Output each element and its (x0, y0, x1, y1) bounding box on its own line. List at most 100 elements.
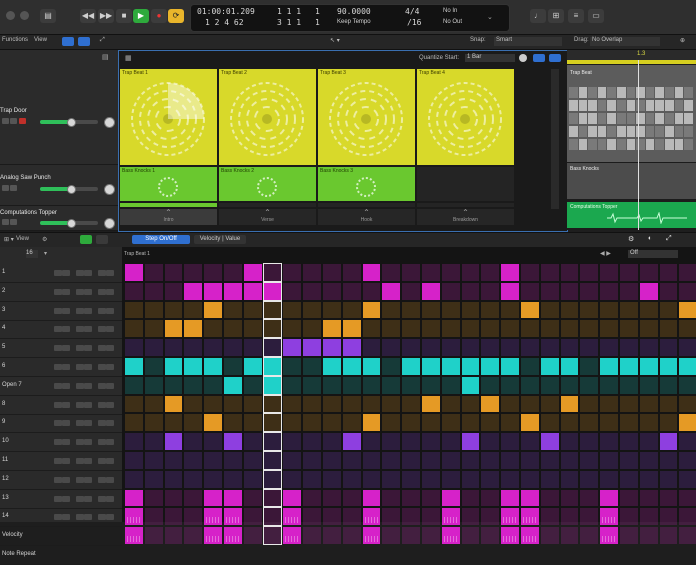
row-mode-button[interactable] (84, 495, 92, 502)
step-cell[interactable] (501, 489, 519, 507)
step-cell[interactable] (164, 508, 183, 526)
step-cell[interactable] (659, 282, 678, 300)
step-cell[interactable] (164, 452, 183, 469)
step-cell[interactable] (125, 320, 143, 338)
step-cell[interactable] (540, 470, 559, 488)
step-cell[interactable] (224, 301, 242, 319)
row-mode-button[interactable] (54, 382, 62, 389)
window-dot[interactable] (20, 11, 29, 20)
step-cell[interactable] (461, 301, 480, 319)
step-cell[interactable] (441, 395, 460, 413)
step-cell[interactable] (481, 282, 500, 300)
step-cell[interactable] (620, 395, 638, 413)
notepad-icon[interactable]: ▭ (588, 9, 604, 23)
sequencer-row-header[interactable]: Open 7 (0, 377, 122, 396)
row-mode-button[interactable] (84, 458, 92, 464)
step-cell[interactable] (402, 339, 420, 356)
scene-trigger[interactable]: ⌃ Hook (318, 209, 415, 225)
step-cell[interactable] (481, 508, 500, 526)
step-cell[interactable] (144, 376, 163, 394)
step-cell[interactable] (501, 433, 519, 450)
step-cell[interactable] (580, 470, 599, 488)
step-cell[interactable] (540, 339, 559, 356)
step-cell[interactable] (560, 301, 579, 319)
step-cell[interactable] (422, 527, 440, 544)
step-cell[interactable] (164, 376, 183, 394)
step-cell[interactable] (639, 376, 658, 394)
step-cell[interactable] (224, 376, 242, 394)
step-cell[interactable] (125, 376, 143, 394)
step-cell[interactable] (144, 414, 163, 432)
volume-slider-thumb[interactable] (67, 185, 77, 194)
step-cell[interactable] (422, 376, 440, 394)
row-mode-button[interactable] (62, 401, 70, 408)
sequencer-row-header[interactable]: 11 (0, 452, 122, 471)
step-cell[interactable] (560, 320, 579, 338)
step-cell[interactable] (402, 433, 420, 450)
track-header[interactable]: Computations Topper (0, 206, 118, 231)
row-mode-button[interactable] (106, 458, 114, 464)
step-cell[interactable] (164, 339, 183, 356)
step-cell[interactable] (164, 433, 183, 450)
view-menu[interactable]: View (34, 37, 47, 43)
mute-button[interactable] (2, 219, 9, 225)
step-cell[interactable] (639, 489, 658, 507)
step-cell[interactable] (323, 320, 341, 338)
step-cell[interactable] (521, 376, 539, 394)
step-cell[interactable] (501, 282, 519, 300)
step-cell[interactable] (600, 527, 618, 544)
step-cell[interactable] (283, 470, 302, 488)
step-cell[interactable] (600, 301, 618, 319)
step-cell[interactable] (481, 264, 500, 281)
step-cell[interactable] (679, 376, 696, 394)
step-cell[interactable] (620, 527, 638, 544)
step-cell[interactable] (382, 414, 401, 432)
sequencer-row-header[interactable]: 12 (0, 471, 122, 490)
row-mode-button[interactable] (54, 307, 62, 314)
step-cell[interactable] (243, 339, 262, 356)
step-cell[interactable] (481, 433, 500, 450)
step-cell[interactable] (540, 264, 559, 281)
step-cell[interactable] (262, 432, 283, 451)
step-cell[interactable] (540, 320, 559, 338)
row-mode-button[interactable] (84, 420, 92, 427)
step-cell[interactable] (402, 301, 420, 319)
row-mode-button[interactable] (62, 382, 70, 389)
step-cell[interactable] (323, 452, 341, 469)
step-cell[interactable] (422, 470, 440, 488)
pan-knob[interactable] (104, 184, 115, 195)
step-cell[interactable] (639, 433, 658, 450)
step-cell[interactable] (659, 339, 678, 356)
step-cell[interactable] (441, 527, 460, 544)
step-cell[interactable] (501, 358, 519, 375)
step-cell[interactable] (580, 508, 599, 526)
row-mode-button[interactable] (106, 476, 114, 483)
step-cell[interactable] (422, 414, 440, 432)
step-cell[interactable] (540, 395, 559, 413)
row-mode-button[interactable] (76, 514, 84, 521)
row-mode-button[interactable] (98, 382, 106, 389)
view-menu[interactable]: View (16, 236, 29, 242)
row-mode-button[interactable] (106, 345, 114, 352)
step-cell[interactable] (639, 282, 658, 300)
step-cell[interactable] (362, 339, 381, 356)
step-cell[interactable] (620, 301, 638, 319)
step-cell[interactable] (283, 395, 302, 413)
row-mode-button[interactable] (98, 495, 106, 502)
step-cell[interactable] (501, 264, 519, 281)
step-cell[interactable] (362, 395, 381, 413)
step-cell[interactable] (224, 282, 242, 300)
step-cell[interactable] (323, 414, 341, 432)
step-cell[interactable] (679, 339, 696, 356)
row-mode-button[interactable] (84, 288, 92, 295)
step-cell[interactable] (262, 413, 283, 433)
step-cell[interactable] (262, 375, 283, 395)
step-cell[interactable] (620, 320, 638, 338)
step-cell[interactable] (441, 414, 460, 432)
step-cell[interactable] (441, 508, 460, 526)
step-cell[interactable] (560, 282, 579, 300)
step-cell[interactable] (402, 508, 420, 526)
live-loop-cell[interactable]: Trap Beat 2 (219, 69, 316, 165)
row-mode-button[interactable] (54, 270, 62, 276)
step-cell[interactable] (125, 433, 143, 450)
